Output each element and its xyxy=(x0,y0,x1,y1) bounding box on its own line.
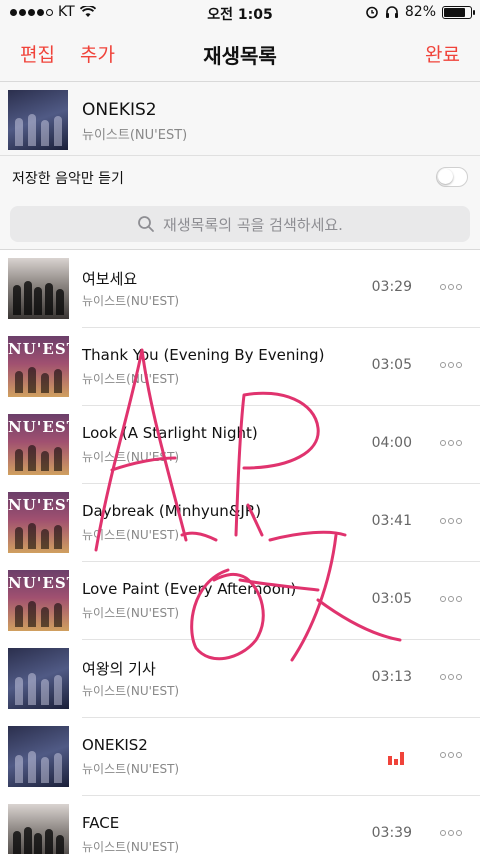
song-album-art xyxy=(8,804,69,854)
song-artist: 뉴이스트(NU'EST) xyxy=(82,372,180,386)
song-title: ONEKIS2 xyxy=(82,736,148,754)
song-album-art: NU'EST xyxy=(8,414,69,475)
song-duration: 03:13 xyxy=(371,669,412,685)
headphones-icon xyxy=(385,6,398,18)
search-placeholder: 재생목록의 곡을 검색하세요. xyxy=(163,215,343,234)
search-icon xyxy=(138,216,154,232)
song-row[interactable]: NU'EST Thank You (Evening By Evening) 뉴이스트… xyxy=(0,328,480,406)
more-options-icon[interactable] xyxy=(440,752,462,760)
alarm-icon xyxy=(366,6,378,19)
song-list: 여보세요뉴이스트(NU'EST) 03:29 NU'EST Thank You (Ev… xyxy=(0,250,480,854)
song-artist: 뉴이스트(NU'EST) xyxy=(82,450,180,464)
song-title: FACE xyxy=(82,814,120,832)
saved-music-filter-row: 저장한 음악만 듣기 xyxy=(0,156,480,200)
song-title: 여보세요 xyxy=(82,270,138,288)
song-duration: 03:39 xyxy=(371,825,412,841)
done-button[interactable]: 완료 xyxy=(425,40,460,67)
song-album-art: NU'EST xyxy=(8,492,69,553)
song-duration: 03:05 xyxy=(371,591,412,607)
song-album-art xyxy=(8,258,69,319)
more-options-icon[interactable] xyxy=(440,518,462,526)
song-duration: 03:29 xyxy=(371,279,412,295)
song-row[interactable]: NU'EST Daybreak (Minhyun&JR) 뉴이스트(NU'EST) 0… xyxy=(0,484,480,562)
song-album-art xyxy=(8,726,69,787)
song-artist: 뉴이스트(NU'EST) xyxy=(82,294,180,308)
song-artist: 뉴이스트(NU'EST) xyxy=(82,762,180,776)
battery-percent: 82% xyxy=(404,4,436,20)
more-options-icon[interactable] xyxy=(440,362,462,370)
album-artist: 뉴이스트(NU'EST) xyxy=(82,128,188,143)
more-options-icon[interactable] xyxy=(440,674,462,682)
cover-logo: NU'EST xyxy=(8,340,69,358)
saved-music-label: 저장한 음악만 듣기 xyxy=(12,171,124,187)
song-album-art: NU'EST xyxy=(8,336,69,397)
now-playing-icon xyxy=(388,751,404,765)
search-area: 재생목록의 곡을 검색하세요. xyxy=(0,200,480,250)
song-row[interactable]: FACE 뉴이스트(NU'EST) 03:39 xyxy=(0,796,480,854)
status-bar: KT 오전 1:05 82% xyxy=(0,0,480,26)
cover-logo: NU'EST xyxy=(8,574,69,592)
song-album-art xyxy=(8,648,69,709)
song-artist: 뉴이스트(NU'EST) xyxy=(82,606,180,620)
song-duration: 04:00 xyxy=(371,435,412,451)
song-row[interactable]: NU'EST Look (A Starlight Night) 뉴이스트(NU'ES… xyxy=(0,406,480,484)
song-row[interactable]: 여보세요뉴이스트(NU'EST) 03:29 xyxy=(0,250,480,328)
more-options-icon[interactable] xyxy=(440,596,462,604)
song-title: Look (A Starlight Night) xyxy=(82,424,258,442)
song-row[interactable]: ONEKIS2 뉴이스트(NU'EST) xyxy=(0,718,480,796)
song-album-art: NU'EST xyxy=(8,570,69,631)
song-artist: 뉴이스트(NU'EST) xyxy=(82,840,180,854)
status-right: 82% xyxy=(365,4,475,20)
more-options-icon[interactable] xyxy=(440,284,462,292)
saved-music-toggle[interactable] xyxy=(436,167,468,187)
album-title: ONEKIS2 xyxy=(82,100,157,120)
more-options-icon[interactable] xyxy=(440,440,462,448)
song-row[interactable]: NU'EST Love Paint (Every Afternoon) 뉴이스트(N… xyxy=(0,562,480,640)
toggle-knob xyxy=(438,169,453,184)
playlist-header[interactable]: ONEKIS2 뉴이스트(NU'EST) xyxy=(0,82,480,156)
album-art xyxy=(8,90,68,150)
song-duration: 03:05 xyxy=(371,357,412,373)
cover-logo: NU'EST xyxy=(8,496,69,514)
song-title: Love Paint (Every Afternoon) xyxy=(82,580,297,598)
battery-icon xyxy=(442,5,475,19)
song-title: Thank You (Evening By Evening) xyxy=(82,346,325,364)
song-title: 여왕의 기사 xyxy=(82,660,156,678)
more-options-icon[interactable] xyxy=(440,830,462,838)
search-input[interactable]: 재생목록의 곡을 검색하세요. xyxy=(10,206,470,242)
song-title: Daybreak (Minhyun&JR) xyxy=(82,502,262,520)
song-row[interactable]: 여왕의 기사뉴이스트(NU'EST) 03:13 xyxy=(0,640,480,718)
song-artist: 뉴이스트(NU'EST) xyxy=(82,684,180,698)
nav-bar: 편집 추가 재생목록 완료 xyxy=(0,26,480,82)
page-title: 재생목록 xyxy=(203,44,277,68)
song-artist: 뉴이스트(NU'EST) xyxy=(82,528,180,542)
song-duration: 03:41 xyxy=(371,513,412,529)
cover-logo: NU'EST xyxy=(8,418,69,436)
